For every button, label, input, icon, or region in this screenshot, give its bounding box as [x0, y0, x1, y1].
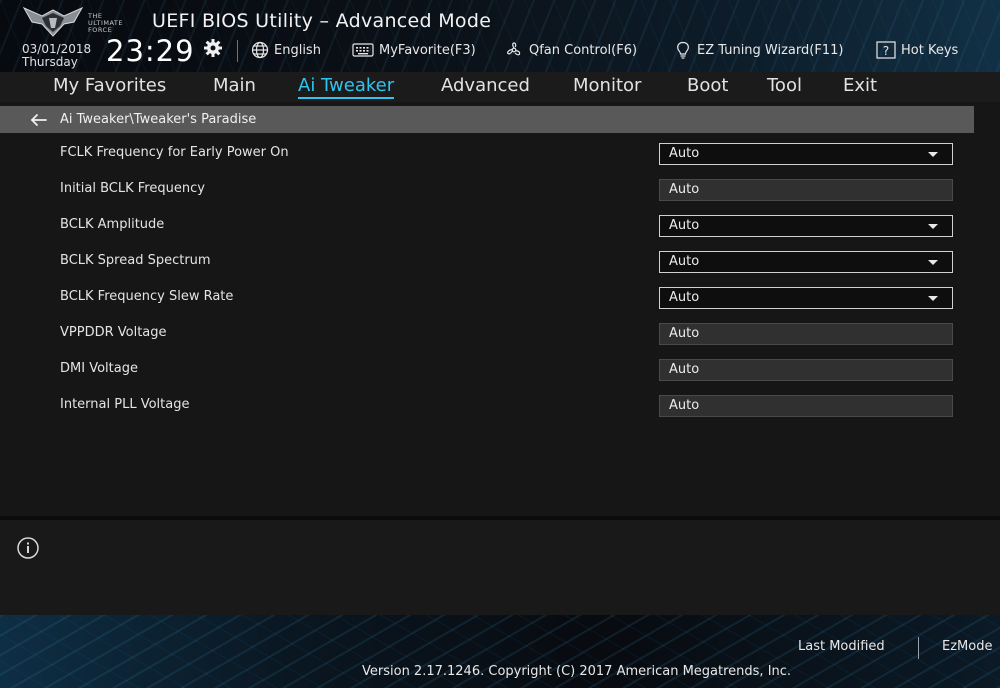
internal-pll-voltage-field[interactable]: Auto: [659, 395, 953, 417]
setting-row-internal-pll-voltage: Internal PLL Voltage Auto: [0, 394, 1000, 418]
setting-row-vppddr-voltage: VPPDDR Voltage Auto: [0, 322, 1000, 346]
header-bar: THE ULTIMATE FORCE UEFI BIOS Utility – A…: [0, 0, 1000, 72]
setting-row-bclk-spread-spectrum: BCLK Spread Spectrum Auto: [0, 250, 1000, 274]
tuf-shield-icon: [22, 6, 84, 37]
caret-down-icon: [928, 152, 938, 157]
caret-down-icon: [928, 224, 938, 229]
logo-text: THE ULTIMATE FORCE: [88, 12, 123, 34]
tuf-logo: THE ULTIMATE FORCE: [22, 4, 142, 38]
footer-bar: Last Modified EzMode Version 2.17.1246. …: [0, 615, 1000, 688]
clock-time: 23:29: [106, 34, 195, 68]
tab-advanced[interactable]: Advanced: [441, 75, 530, 96]
main-nav: My Favorites Main Ai Tweaker Advanced Mo…: [0, 72, 1000, 102]
setting-row-fclk-frequency: FCLK Frequency for Early Power On Auto: [0, 142, 1000, 166]
field-value: Auto: [669, 326, 700, 341]
setting-label: BCLK Frequency Slew Rate: [60, 289, 234, 304]
ez-tuning-wizard-button[interactable]: EZ Tuning Wizard(F11): [674, 40, 843, 60]
setting-label: Internal PLL Voltage: [60, 397, 190, 412]
info-icon: [17, 537, 39, 559]
version-text: Version 2.17.1246. Copyright (C) 2017 Am…: [362, 664, 792, 679]
tab-boot[interactable]: Boot: [687, 75, 728, 96]
back-arrow-icon[interactable]: [30, 113, 48, 127]
last-modified-button[interactable]: Last Modified: [798, 639, 885, 654]
language-button[interactable]: English: [251, 40, 321, 60]
hot-keys-label: Hot Keys: [901, 42, 959, 58]
help-icon: ?: [876, 41, 896, 59]
field-value: Auto: [669, 362, 700, 377]
tab-ai-tweaker[interactable]: Ai Tweaker: [298, 75, 395, 99]
dropdown-value: Auto: [669, 146, 700, 161]
initial-bclk-frequency-field[interactable]: Auto: [659, 179, 953, 201]
tab-my-favorites[interactable]: My Favorites: [53, 75, 166, 96]
qfan-control-button[interactable]: Qfan Control(F6): [504, 40, 637, 60]
myfavorite-button[interactable]: MyFavorite(F3): [352, 40, 476, 60]
tab-exit[interactable]: Exit: [843, 75, 877, 96]
settings-panel: Ai Tweaker\Tweaker's Paradise FCLK Frequ…: [0, 102, 1000, 516]
fan-icon: [507, 42, 521, 56]
dropdown-value: Auto: [669, 254, 700, 269]
app-title: UEFI BIOS Utility – Advanced Mode: [152, 10, 492, 32]
caret-down-icon: [928, 296, 938, 301]
qfan-control-label: Qfan Control(F6): [529, 42, 638, 58]
tab-tool[interactable]: Tool: [767, 75, 802, 96]
breadcrumb-path: Ai Tweaker\Tweaker's Paradise: [60, 112, 257, 127]
field-value: Auto: [669, 398, 700, 413]
dropdown-value: Auto: [669, 290, 700, 305]
vppddr-voltage-field[interactable]: Auto: [659, 323, 953, 345]
footer-separator: [918, 637, 919, 659]
setting-label: BCLK Spread Spectrum: [60, 253, 211, 268]
caret-down-icon: [928, 260, 938, 265]
bclk-spread-spectrum-dropdown[interactable]: Auto: [659, 251, 953, 273]
weekday-label: Thursday: [22, 55, 78, 69]
setting-row-bclk-amplitude: BCLK Amplitude Auto: [0, 214, 1000, 238]
setting-row-bclk-slew-rate: BCLK Frequency Slew Rate Auto: [0, 286, 1000, 310]
field-value: Auto: [669, 182, 700, 197]
globe-icon: [251, 41, 269, 59]
bclk-slew-rate-dropdown[interactable]: Auto: [659, 287, 953, 309]
ez-tuning-wizard-label: EZ Tuning Wizard(F11): [697, 42, 844, 58]
setting-label: BCLK Amplitude: [60, 217, 165, 232]
tab-monitor[interactable]: Monitor: [573, 75, 641, 96]
keyboard-icon: [352, 43, 374, 57]
dropdown-value: Auto: [669, 218, 700, 233]
setting-row-initial-bclk-frequency: Initial BCLK Frequency Auto: [0, 178, 1000, 202]
breadcrumb: Ai Tweaker\Tweaker's Paradise: [0, 106, 974, 133]
setting-label: Initial BCLK Frequency: [60, 181, 205, 196]
setting-row-dmi-voltage: DMI Voltage Auto: [0, 358, 1000, 382]
tab-main[interactable]: Main: [213, 75, 256, 96]
help-panel: [0, 520, 1000, 615]
language-label: English: [274, 42, 321, 58]
date-label: 03/01/2018: [22, 42, 92, 56]
myfavorite-label: MyFavorite(F3): [379, 42, 476, 58]
lightbulb-icon: [677, 41, 689, 59]
header-separator: [237, 40, 238, 62]
hot-keys-button[interactable]: ? Hot Keys: [876, 40, 958, 60]
bclk-amplitude-dropdown[interactable]: Auto: [659, 215, 953, 237]
gear-icon[interactable]: [203, 38, 223, 58]
setting-label: FCLK Frequency for Early Power On: [60, 145, 289, 160]
ez-mode-button[interactable]: EzMode: [942, 639, 992, 654]
setting-label: VPPDDR Voltage: [60, 325, 167, 340]
fclk-frequency-dropdown[interactable]: Auto: [659, 143, 953, 165]
svg-text:?: ?: [883, 44, 889, 58]
setting-label: DMI Voltage: [60, 361, 138, 376]
dmi-voltage-field[interactable]: Auto: [659, 359, 953, 381]
